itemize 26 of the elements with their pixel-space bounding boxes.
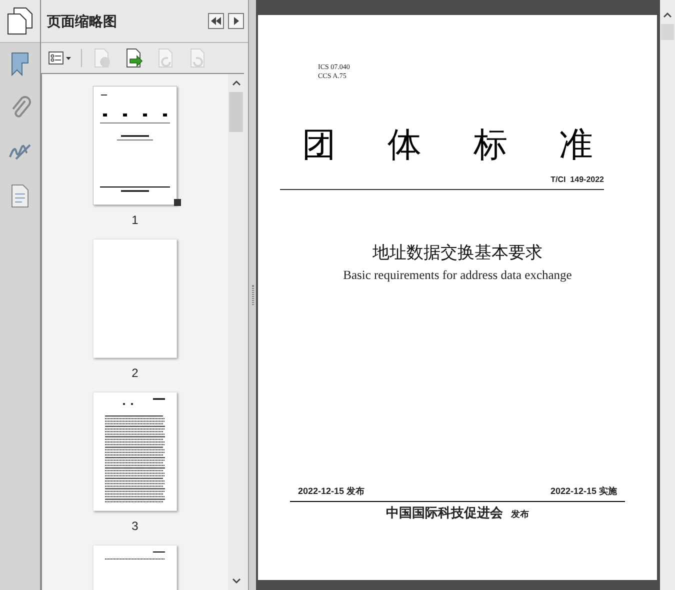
document-title: 地址数据交换基本要求 (372, 242, 542, 264)
publisher: 中国国际科技促进会 (386, 504, 503, 522)
heading-character: 团 (302, 125, 336, 165)
standard-number: T/CI 149-2022 (550, 174, 604, 186)
page-number: 3 (132, 518, 138, 535)
heading-character: 准 (558, 125, 593, 165)
list-icon (48, 50, 64, 66)
effective-date: 2022-12-15 实施 (550, 485, 617, 498)
scroll-thumb[interactable] (229, 92, 243, 132)
page-number: 2 (132, 365, 138, 382)
page-thumbnail[interactable] (93, 86, 177, 205)
caret-icon (66, 56, 71, 60)
scrollbar[interactable] (660, 0, 675, 590)
resize-handle[interactable] (174, 199, 181, 206)
publisher-label: 发布 (511, 508, 529, 520)
scroll-thumb[interactable] (661, 24, 674, 40)
issue-date: 2022-12-15 发布 (298, 485, 365, 498)
collapse-left-icon[interactable] (208, 13, 224, 29)
document-subtitle: Basic requirements for address data exchange (343, 266, 572, 284)
heading-character: 标 (473, 125, 508, 165)
panel-title: 页面缩略图 (47, 12, 117, 30)
page-number: 1 (132, 212, 138, 229)
heading-character: 体 (388, 125, 422, 165)
scrollbar[interactable] (228, 74, 244, 590)
pages-icon[interactable] (7, 7, 33, 35)
expand-right-icon[interactable] (228, 13, 244, 29)
